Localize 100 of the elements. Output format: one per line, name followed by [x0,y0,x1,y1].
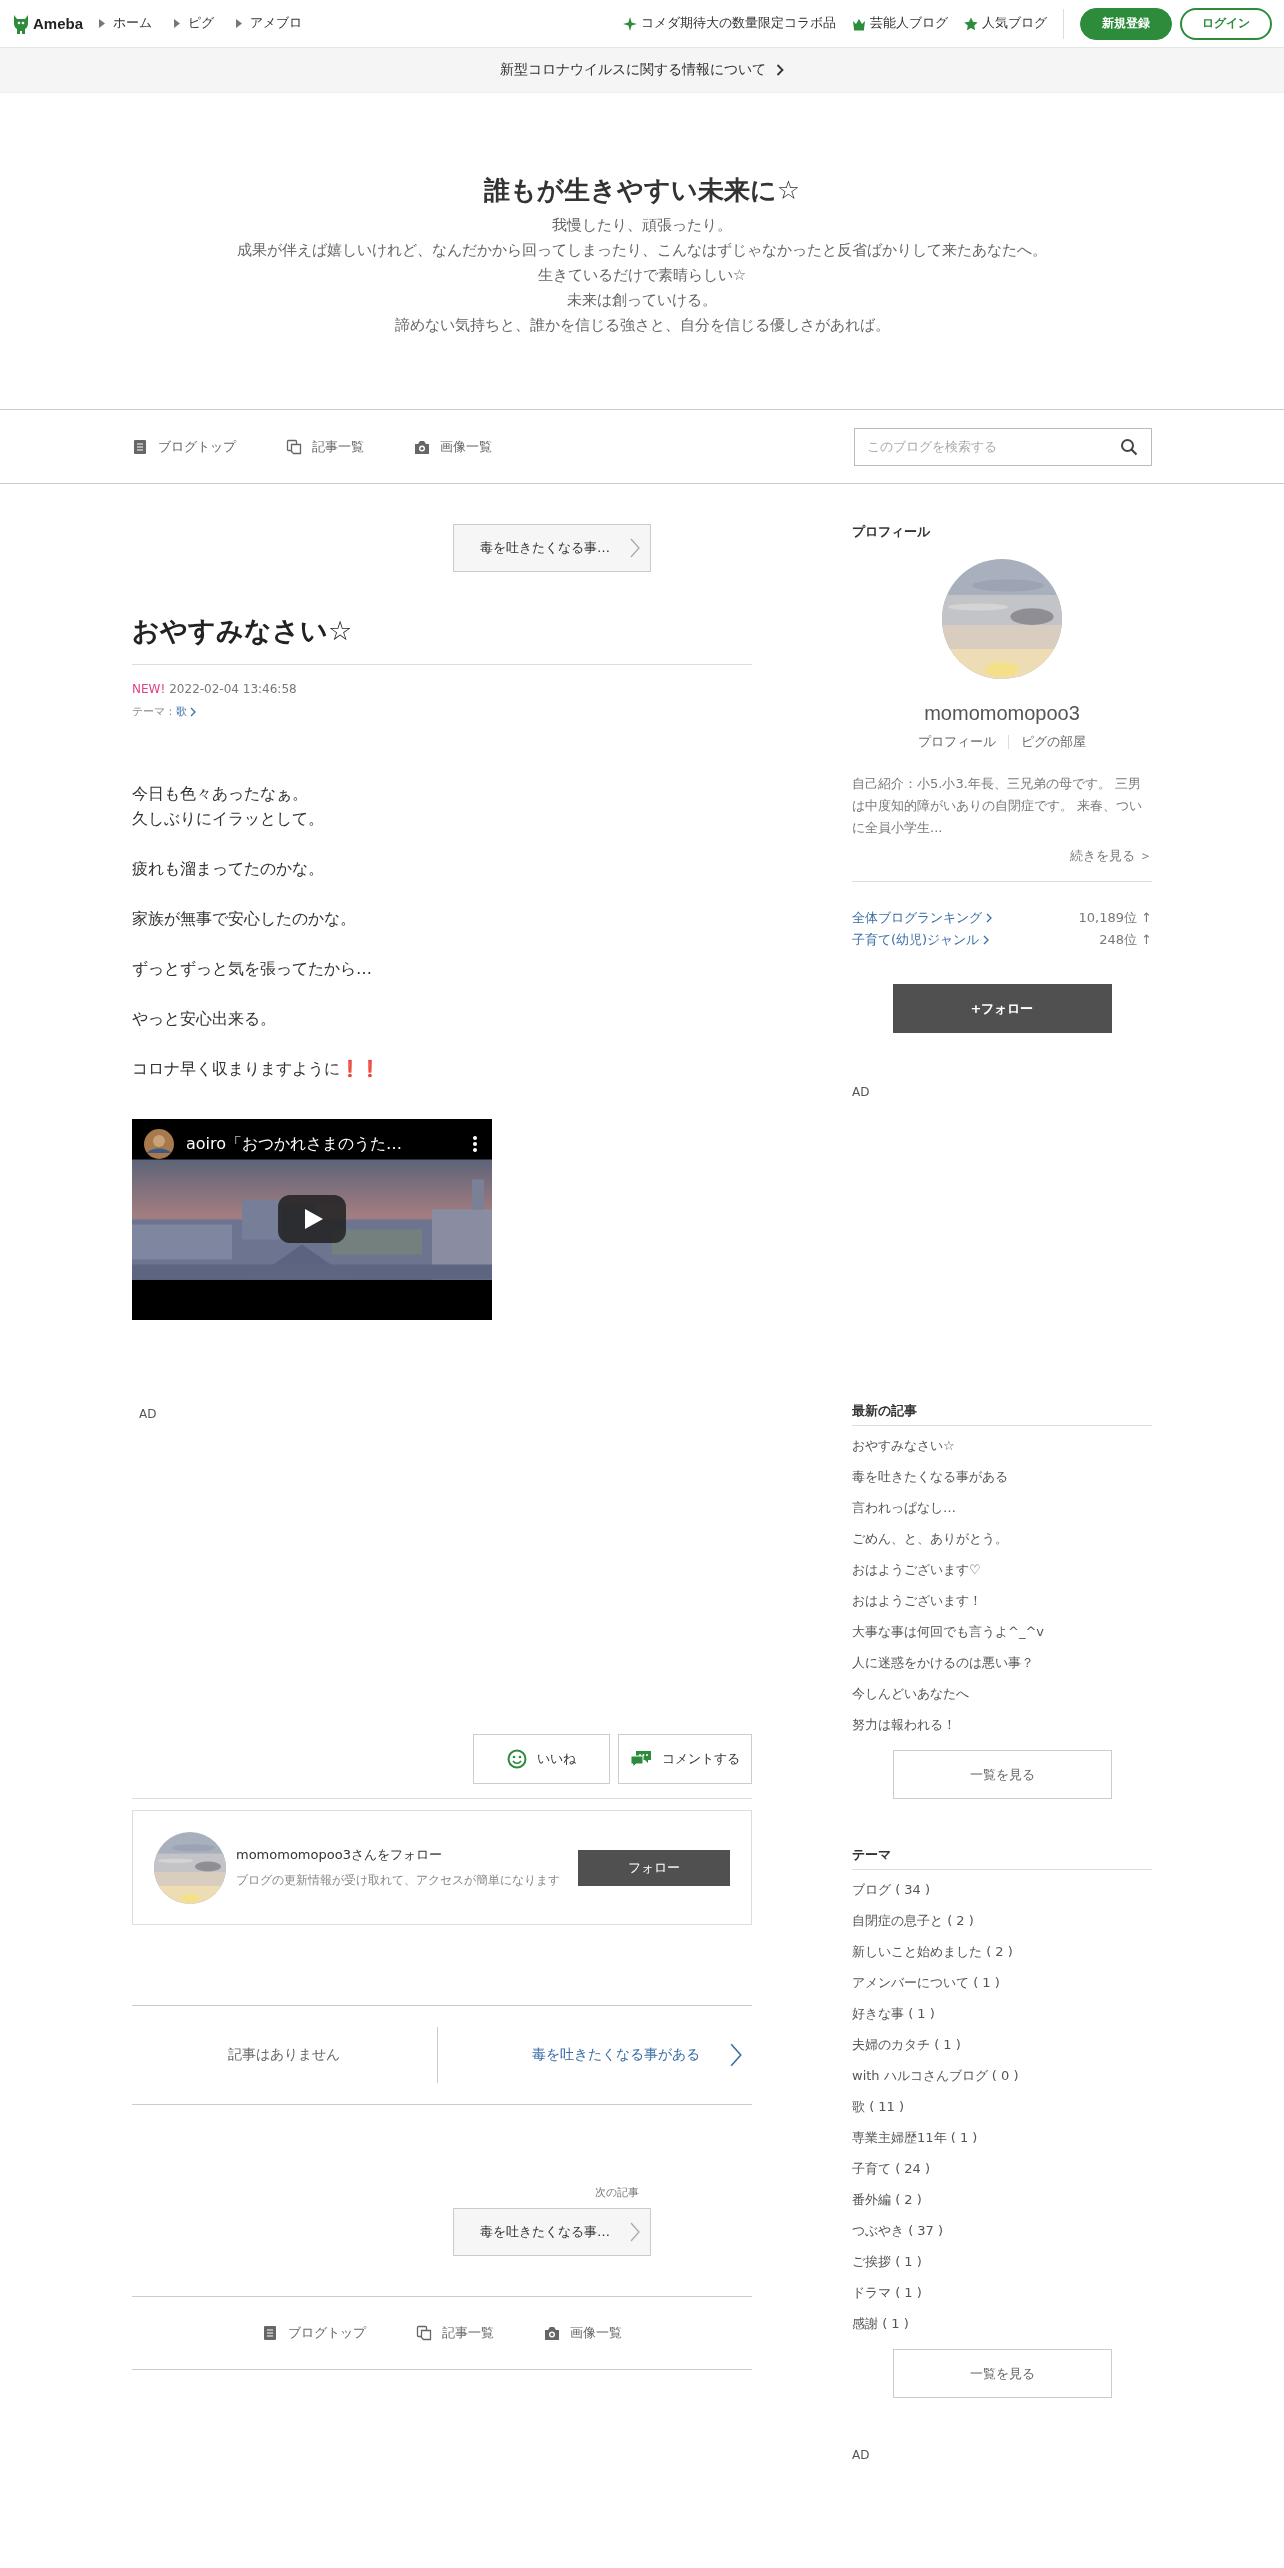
blog-description-line: 生きているだけで素晴らしい☆ [536,265,748,286]
view-all-button[interactable]: 一覧を見る [892,1750,1112,1799]
blog-nav-link[interactable]: 画像一覧 [414,437,492,456]
view-all-button[interactable]: 一覧を見る [892,2349,1112,2398]
register-button[interactable]: 新規登録 [1080,7,1172,40]
like-button[interactable]: いいね [473,1734,610,1784]
theme-link[interactable]: 歌 ( 11 ) [852,2091,1152,2122]
search-icon [1120,437,1138,456]
next-article-link[interactable]: 毒を吐きたくなる事がある [437,2042,752,2068]
article-text-line: コロナ早く収まりますように❗❗ [132,1058,381,1080]
blog-nav-link[interactable]: 画像一覧 [544,2324,622,2342]
ad-label: AD [852,1085,871,1101]
article-link[interactable]: おやすみなさい☆ [852,1430,1152,1461]
camera-icon [544,2325,560,2341]
ranking-value: 10,189位 ↑ [1078,909,1152,927]
section-heading: プロフィール [852,523,931,541]
article-nav-button[interactable]: 毒を吐きたくなる事… [453,524,651,572]
profile-link[interactable]: ピグの部屋 [1021,733,1086,751]
copy-icon [286,438,302,455]
theme-label: テーマ： [132,704,176,719]
article-link[interactable]: ごめん、と、ありがとう。 [852,1523,1152,1554]
comment-button[interactable]: コメントする [618,1734,752,1784]
ranking-link[interactable]: 子育て(幼児)ジャンル [852,929,990,951]
chevron-right-icon [730,2042,742,2068]
blog-title[interactable]: 誰もが生きやすい未来に☆ [0,173,1284,207]
theme-link[interactable]: ドラマ ( 1 ) [852,2277,1152,2308]
theme-link[interactable]: with ハルコさんブログ ( 0 ) [852,2060,1152,2091]
follow-button[interactable]: +フォロー [892,984,1112,1033]
ad-label: AD [139,1407,158,1423]
chevron-right-icon [630,537,640,559]
search-field[interactable]: このブログを検索する [854,427,1152,466]
chevron-right-icon [986,913,992,923]
article-text-line: 今日も色々あったなぁ。 [132,783,309,805]
theme-link[interactable]: 番外編 ( 2 ) [852,2184,1152,2215]
play-button-icon [278,1195,346,1243]
notice-link[interactable]: 新型コロナウイルスに関する情報について [500,61,784,79]
blog-description-line: 成果が伴えば嬉しいけれど、なんだかから回ってしまったり、こんなはずじゃなかったと反省ばかりして来たあなたへ。 [236,240,1048,261]
ad-label: AD [852,2448,871,2462]
article-nav-button[interactable]: 毒を吐きたくなる事… [453,2208,651,2256]
ranking-value: 248位 ↑ [1099,931,1152,949]
header-nav-link[interactable]: ピグ [174,15,215,32]
triangle-icon [236,19,243,28]
speech-bubbles-icon [630,1750,652,1768]
article-link[interactable]: 努力は報われる！ [852,1709,1152,1740]
theme-link[interactable]: アメンバーについて ( 1 ) [852,1967,1152,1998]
profile-intro: 自己紹介：小5.小3.年長、三兄弟の母です。 三男は中度知的障がいありの自閉症です。 来春、ついに全員小学生... [852,775,1144,837]
theme-link[interactable]: 子育て ( 24 ) [852,2153,1152,2184]
article-link[interactable]: 言われっぱなし… [852,1492,1152,1523]
theme-link[interactable]: 自閉症の息子と ( 2 ) [852,1905,1152,1936]
blog-description-line: 諦めない気持ちと、誰かを信じる強さと、自分を信じる優しさがあれば。 [393,315,891,336]
more-options-icon [472,1135,478,1153]
article-link[interactable]: 人に迷惑をかけるのは悪い事？ [852,1647,1152,1678]
article-link[interactable]: 大事な事は何回でも言うよ^_^v [852,1616,1152,1647]
section-heading: テーマ [852,1845,1152,1870]
logo-text: Ameba [33,15,84,32]
promo-link[interactable]: コメダ期待大の数量限定コラボ品 [623,15,836,32]
document-icon [262,2325,278,2341]
theme-link[interactable]: ブログ ( 34 ) [852,1874,1152,1905]
section-heading: 最新の記事 [852,1401,1152,1426]
blog-nav-link[interactable]: ブログトップ [262,2324,366,2342]
article-title: おやすみなさい☆ [132,612,752,665]
promo-link[interactable]: 芸能人ブログ [852,15,948,32]
theme-link[interactable]: つぶやき ( 37 ) [852,2215,1152,2246]
login-button[interactable]: ログイン [1180,7,1272,40]
article-text-line: ずっとずっと気を張ってたから… [132,958,373,980]
promo-link[interactable]: 人気ブログ [964,15,1047,32]
article-text-line: 久しぶりにイラッとして。 [132,808,325,830]
theme-link[interactable]: 夫婦のカタチ ( 1 ) [852,2029,1152,2060]
header-nav-link[interactable]: アメブロ [236,15,303,32]
profile-link[interactable]: プロフィール [918,733,996,751]
blog-nav-link[interactable]: 記事一覧 [416,2324,494,2342]
theme-link[interactable]: 歌 [176,704,196,719]
article-link[interactable]: おはようございます♡ [852,1554,1152,1585]
blog-nav-link[interactable]: 記事一覧 [286,437,364,456]
ranking-link[interactable]: 全体ブログランキング [852,907,992,929]
article-link[interactable]: 毒を吐きたくなる事がある [852,1461,1152,1492]
profile-name[interactable]: momomomopoo3 [852,702,1152,725]
read-more-link[interactable]: 続きを見る ＞ [1069,847,1152,865]
article-text-line: やっと安心出来る。 [132,1008,277,1030]
camera-icon [414,438,430,455]
blog-nav-link[interactable]: ブログトップ [132,437,236,456]
theme-link[interactable]: 感謝 ( 1 ) [852,2308,1152,2339]
article-link[interactable]: おはようございます！ [852,1585,1152,1616]
chevron-right-icon [190,706,196,717]
next-article-label: 次の記事 [594,2185,640,2200]
follow-button[interactable]: フォロー [578,1849,730,1886]
video-title[interactable]: aoiro「おつかれさまのうた… [186,1133,460,1155]
no-previous-article-text: 記事はありません [228,2046,341,2064]
theme-link[interactable]: 好きな事 ( 1 ) [852,1998,1152,2029]
follow-card-description: ブログの更新情報が受け取れて、アクセスが簡単になります [236,1872,561,1889]
article-link[interactable]: 今しんどいあなたへ [852,1678,1152,1709]
theme-link[interactable]: 専業主婦歴11年 ( 1 ) [852,2122,1152,2153]
header-nav-link[interactable]: ホーム [99,15,153,32]
video-player[interactable]: aoiro「おつかれさまのうた… [132,1119,492,1320]
document-icon [132,438,148,455]
triangle-icon [174,19,181,28]
theme-link[interactable]: ご挨拶 ( 1 ) [852,2246,1152,2277]
ameba-logo[interactable]: Ameba [12,12,84,35]
article-text-line: 家族が無事で安心したのかな。 [132,908,357,930]
theme-link[interactable]: 新しいこと始めました ( 2 ) [852,1936,1152,1967]
